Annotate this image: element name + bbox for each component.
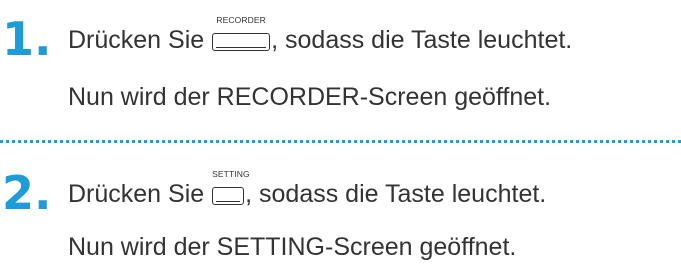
instruction-text-after: , sodass die Taste leuchtet. [245,180,547,208]
section-divider [0,140,681,143]
step-number: 1. [2,12,52,66]
instruction-line: Drücken Sie SETTING, sodass die Taste le… [68,170,547,209]
setting-button-caption: SETTING [212,169,250,179]
recorder-button-icon: RECORDER [212,16,271,51]
instruction-line: Drücken Sie RECORDER , sodass die Taste l… [68,16,573,55]
instruction-text-before: Drücken Sie [68,26,212,54]
setting-button-icon: SETTING [212,170,250,205]
recorder-button-caption: RECORDER [216,15,266,25]
result-line: Nun wird der SETTING-Screen geöffnet. [68,233,517,261]
instruction-text-after: , sodass die Taste leuchtet. [271,26,573,54]
instruction-text-before: Drücken Sie [68,180,212,208]
step-number: 2. [2,166,52,220]
result-line: Nun wird der RECORDER-Screen geöffnet. [68,83,552,111]
